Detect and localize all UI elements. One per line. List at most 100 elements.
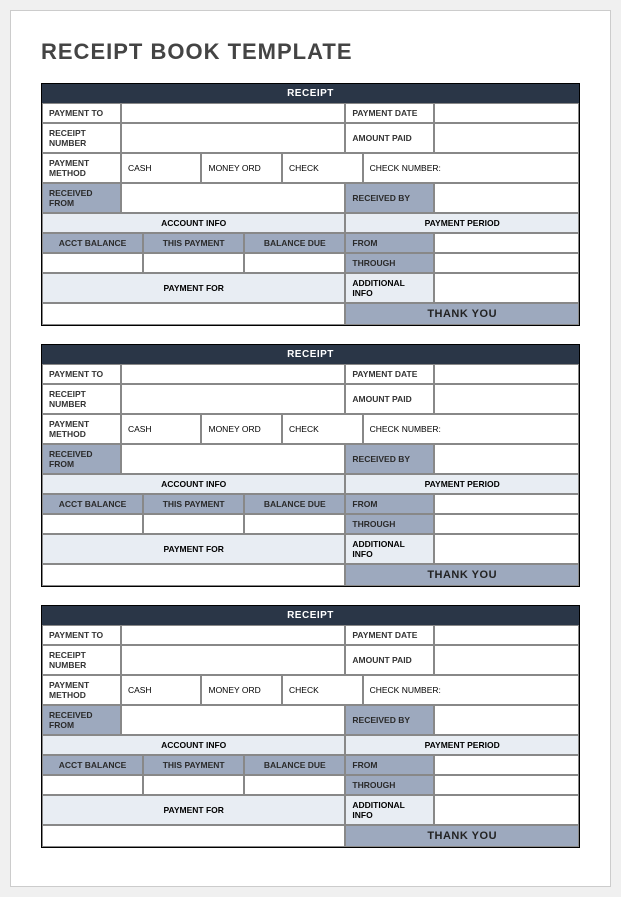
option-money-ord[interactable]: MONEY ORD <box>201 153 282 183</box>
label-check-number[interactable]: CHECK NUMBER: <box>363 414 579 444</box>
label-received-by: RECEIVED BY <box>345 183 434 213</box>
label-payment-to: PAYMENT TO <box>42 364 121 384</box>
value-through[interactable] <box>434 253 579 273</box>
label-acct-balance: ACCT BALANCE <box>42 233 143 253</box>
value-receipt-number[interactable] <box>121 123 346 153</box>
label-received-from: RECEIVED FROM <box>42 705 121 735</box>
value-balance-due[interactable] <box>244 514 345 534</box>
option-money-ord[interactable]: MONEY ORD <box>201 414 282 444</box>
header-payment-for: PAYMENT FOR <box>42 795 345 825</box>
label-additional-info: ADDITIONAL INFO <box>345 273 434 303</box>
option-cash[interactable]: CASH <box>121 153 202 183</box>
value-from[interactable] <box>434 494 579 514</box>
label-payment-date: PAYMENT DATE <box>345 364 434 384</box>
receipt-block: RECEIPT PAYMENT TO PAYMENT DATE RECEIPT … <box>41 605 580 848</box>
label-additional-info: ADDITIONAL INFO <box>345 534 434 564</box>
value-acct-balance[interactable] <box>42 514 143 534</box>
label-receipt-number: RECEIPT NUMBER <box>42 123 121 153</box>
value-balance-due[interactable] <box>244 775 345 795</box>
value-additional-info[interactable] <box>434 534 579 564</box>
value-payment-to[interactable] <box>121 625 346 645</box>
value-receipt-number[interactable] <box>121 384 346 414</box>
label-receipt-number: RECEIPT NUMBER <box>42 384 121 414</box>
document-page: RECEIPT BOOK TEMPLATE RECEIPT PAYMENT TO… <box>10 10 611 887</box>
value-this-payment[interactable] <box>143 514 244 534</box>
label-payment-date: PAYMENT DATE <box>345 103 434 123</box>
header-payment-period: PAYMENT PERIOD <box>345 474 579 494</box>
label-this-payment: THIS PAYMENT <box>143 233 244 253</box>
value-additional-info[interactable] <box>434 795 579 825</box>
header-payment-for: PAYMENT FOR <box>42 534 345 564</box>
value-payment-date[interactable] <box>434 103 579 123</box>
label-received-by: RECEIVED BY <box>345 705 434 735</box>
value-acct-balance[interactable] <box>42 253 143 273</box>
thank-you: THANK YOU <box>345 303 579 325</box>
label-acct-balance: ACCT BALANCE <box>42 755 143 775</box>
value-balance-due[interactable] <box>244 253 345 273</box>
option-check[interactable]: CHECK <box>282 153 363 183</box>
value-payment-for[interactable] <box>42 564 345 586</box>
option-money-ord[interactable]: MONEY ORD <box>201 675 282 705</box>
value-receipt-number[interactable] <box>121 645 346 675</box>
label-from: FROM <box>345 233 434 253</box>
option-check[interactable]: CHECK <box>282 675 363 705</box>
label-this-payment: THIS PAYMENT <box>143 755 244 775</box>
value-from[interactable] <box>434 755 579 775</box>
label-through: THROUGH <box>345 775 434 795</box>
label-payment-to: PAYMENT TO <box>42 625 121 645</box>
receipt-header: RECEIPT <box>42 606 579 625</box>
value-acct-balance[interactable] <box>42 775 143 795</box>
option-cash[interactable]: CASH <box>121 414 202 444</box>
label-payment-method: PAYMENT METHOD <box>42 153 121 183</box>
value-payment-to[interactable] <box>121 364 346 384</box>
receipt-header: RECEIPT <box>42 84 579 103</box>
value-this-payment[interactable] <box>143 775 244 795</box>
value-payment-date[interactable] <box>434 625 579 645</box>
value-payment-date[interactable] <box>434 364 579 384</box>
value-amount-paid[interactable] <box>434 384 579 414</box>
label-receipt-number: RECEIPT NUMBER <box>42 645 121 675</box>
header-payment-for: PAYMENT FOR <box>42 273 345 303</box>
label-additional-info: ADDITIONAL INFO <box>345 795 434 825</box>
label-through: THROUGH <box>345 514 434 534</box>
label-balance-due: BALANCE DUE <box>244 494 345 514</box>
value-payment-for[interactable] <box>42 303 345 325</box>
label-check-number[interactable]: CHECK NUMBER: <box>363 675 579 705</box>
label-this-payment: THIS PAYMENT <box>143 494 244 514</box>
label-from: FROM <box>345 755 434 775</box>
value-from[interactable] <box>434 233 579 253</box>
label-received-by: RECEIVED BY <box>345 444 434 474</box>
label-acct-balance: ACCT BALANCE <box>42 494 143 514</box>
label-payment-to: PAYMENT TO <box>42 103 121 123</box>
value-received-by[interactable] <box>434 183 579 213</box>
value-payment-to[interactable] <box>121 103 346 123</box>
value-this-payment[interactable] <box>143 253 244 273</box>
header-account-info: ACCOUNT INFO <box>42 213 345 233</box>
label-payment-method: PAYMENT METHOD <box>42 414 121 444</box>
header-account-info: ACCOUNT INFO <box>42 474 345 494</box>
value-amount-paid[interactable] <box>434 123 579 153</box>
value-payment-for[interactable] <box>42 825 345 847</box>
value-additional-info[interactable] <box>434 273 579 303</box>
label-check-number[interactable]: CHECK NUMBER: <box>363 153 579 183</box>
option-cash[interactable]: CASH <box>121 675 202 705</box>
value-amount-paid[interactable] <box>434 645 579 675</box>
receipt-header: RECEIPT <box>42 345 579 364</box>
thank-you: THANK YOU <box>345 825 579 847</box>
label-balance-due: BALANCE DUE <box>244 233 345 253</box>
header-account-info: ACCOUNT INFO <box>42 735 345 755</box>
value-received-by[interactable] <box>434 705 579 735</box>
value-received-from[interactable] <box>121 444 346 474</box>
label-payment-method: PAYMENT METHOD <box>42 675 121 705</box>
value-through[interactable] <box>434 775 579 795</box>
receipt-block: RECEIPT PAYMENT TO PAYMENT DATE RECEIPT … <box>41 83 580 326</box>
value-received-from[interactable] <box>121 705 346 735</box>
label-balance-due: BALANCE DUE <box>244 755 345 775</box>
value-through[interactable] <box>434 514 579 534</box>
header-payment-period: PAYMENT PERIOD <box>345 213 579 233</box>
label-received-from: RECEIVED FROM <box>42 183 121 213</box>
value-received-by[interactable] <box>434 444 579 474</box>
value-received-from[interactable] <box>121 183 346 213</box>
thank-you: THANK YOU <box>345 564 579 586</box>
option-check[interactable]: CHECK <box>282 414 363 444</box>
